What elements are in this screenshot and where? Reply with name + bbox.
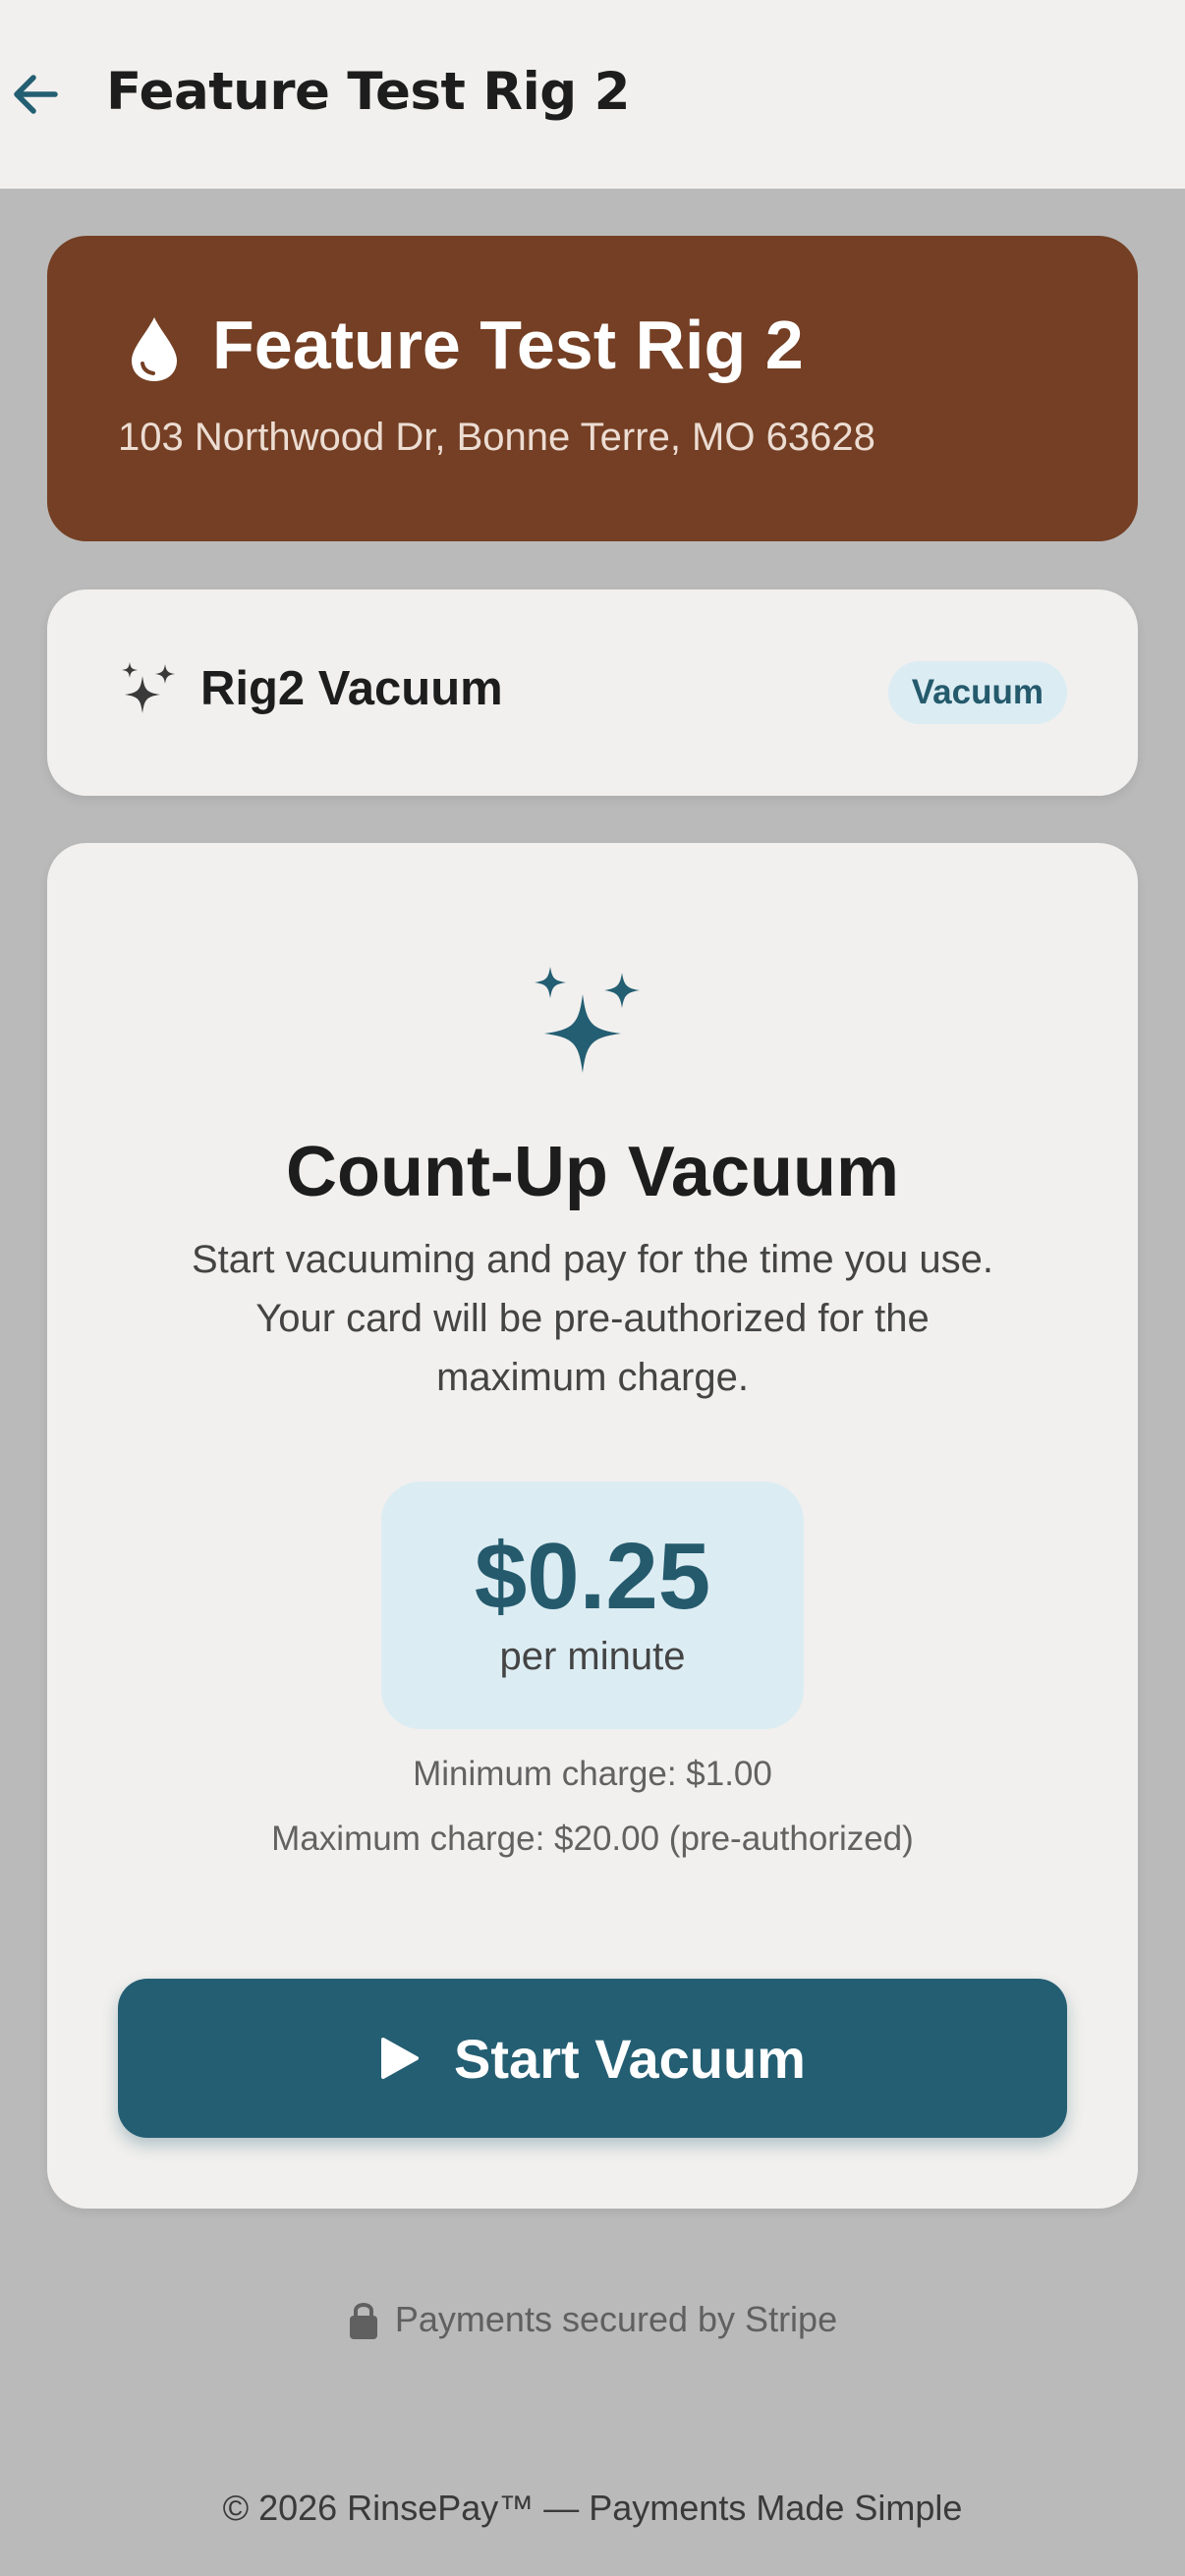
payment-security-note: Payments secured by Stripe (0, 2299, 1185, 2340)
start-vacuum-button[interactable]: Start Vacuum (118, 1979, 1067, 2138)
minimum-charge: Minimum charge: $1.00 (413, 1755, 772, 1793)
lock-icon (349, 2303, 377, 2339)
maximum-charge: Maximum charge: $20.00 (pre-authorized) (271, 1820, 914, 1858)
page-title: Feature Test Rig 2 (106, 62, 631, 122)
arrow-left-icon (14, 75, 58, 114)
play-icon (381, 2038, 420, 2079)
service-card: Rig2 Vacuum Vacuum (47, 589, 1138, 796)
location-address: 103 Northwood Dr, Bonne Terre, MO 63628 (118, 416, 875, 459)
service-name: Rig2 Vacuum (200, 662, 503, 715)
price-box: $0.25 per minute (381, 1482, 804, 1729)
price-amount: $0.25 (474, 1524, 711, 1629)
vacuum-title: Count-Up Vacuum (286, 1133, 899, 1211)
vacuum-description: Start vacuuming and pay for the time you… (192, 1238, 993, 1399)
security-text: Payments secured by Stripe (394, 2299, 838, 2339)
app-bar: Feature Test Rig 2 (0, 0, 1185, 189)
price-unit: per minute (499, 1635, 686, 1678)
start-vacuum-label: Start Vacuum (454, 2027, 806, 2090)
location-name: Feature Test Rig 2 (212, 307, 804, 383)
sparkles-icon (535, 967, 640, 1073)
service-type-badge: Vacuum (887, 661, 1067, 724)
location-header-card: Feature Test Rig 2 103 Northwood Dr, Bon… (47, 236, 1138, 541)
water-drop-icon (132, 317, 177, 381)
vacuum-card: Count-Up Vacuum Start vacuuming and pay … (47, 843, 1138, 2209)
footer-copyright: © 2026 RinsePay™ — Payments Made Simple (222, 2488, 963, 2528)
back-button[interactable] (6, 63, 65, 126)
sparkles-icon (122, 662, 175, 713)
